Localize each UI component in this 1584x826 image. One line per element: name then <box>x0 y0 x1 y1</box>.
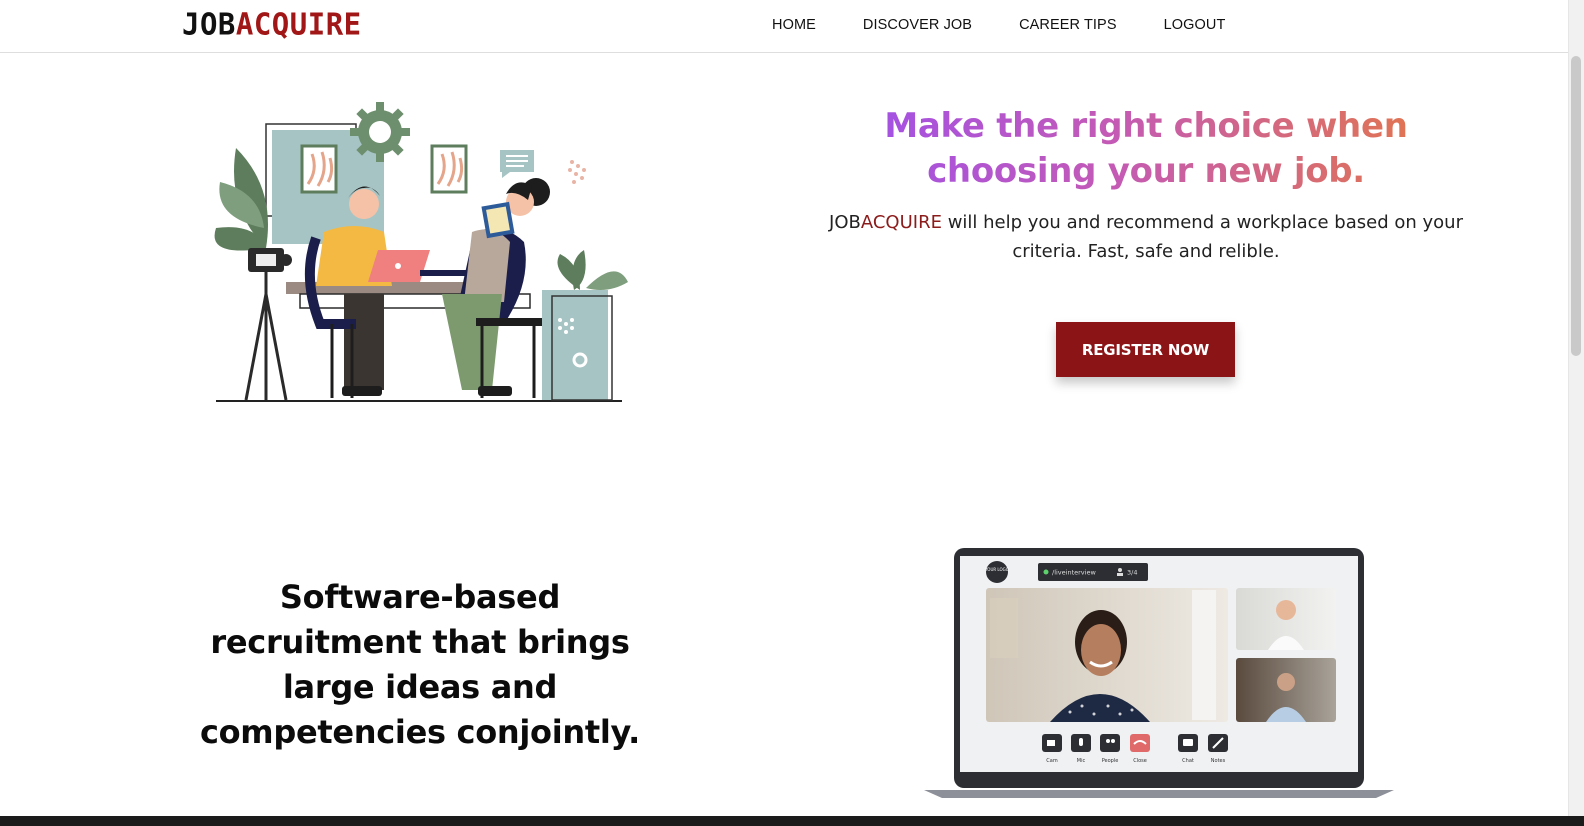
control-label-cam: Cam <box>1046 758 1058 764</box>
bottom-edge <box>0 816 1584 826</box>
site-logo[interactable]: JOBACQUIRE <box>182 7 362 41</box>
people-icon[interactable] <box>1100 734 1120 752</box>
interview-illustration <box>214 102 628 402</box>
control-label-mic: Mic <box>1077 758 1086 764</box>
top-navbar: JOBACQUIRE HOME DISCOVER JOB CAREER TIPS… <box>0 0 1568 53</box>
hero-headline: Make the right choice when choosing your… <box>810 104 1482 194</box>
lead-brand-job: JOB <box>829 212 861 233</box>
participant-count: 3/4 <box>1127 569 1137 577</box>
page: JOBACQUIRE HOME DISCOVER JOB CAREER TIPS… <box>0 0 1584 826</box>
control-label-close: Close <box>1133 758 1147 764</box>
control-label-people: People <box>1102 758 1119 764</box>
main-nav: HOME DISCOVER JOB CAREER TIPS LOGOUT <box>772 16 1272 34</box>
call-url: /liveinterview <box>1052 569 1096 577</box>
control-label-chat: Chat <box>1182 758 1194 764</box>
control-label-notes: Notes <box>1211 758 1226 764</box>
video-call-laptop-image: YOUR LOGO /liveinterview 3/4 Cam Mic Peo… <box>924 548 1394 798</box>
hero-description: JOBACQUIRE will help you and recommend a… <box>826 208 1466 266</box>
vertical-scrollbar[interactable] <box>1568 0 1584 816</box>
nav-home[interactable]: HOME <box>772 16 816 34</box>
live-indicator-icon <box>1043 569 1049 575</box>
hangup-icon[interactable] <box>1130 734 1150 752</box>
scrollbar-thumb[interactable] <box>1571 56 1581 356</box>
section-heading: Software-based recruitment that brings l… <box>199 578 641 751</box>
logo-part-job: JOB <box>182 6 236 42</box>
nav-logout[interactable]: LOGOUT <box>1164 16 1226 34</box>
logo-avatar-text: YOUR LOGO <box>984 567 1009 572</box>
register-now-button[interactable]: REGISTER NOW <box>1056 322 1235 377</box>
lead-brand-acquire: ACQUIRE <box>860 212 942 233</box>
nav-discover-job[interactable]: DISCOVER JOB <box>863 16 972 34</box>
logo-part-acquire: ACQUIRE <box>235 6 362 42</box>
nav-career-tips[interactable]: CAREER TIPS <box>1019 16 1117 34</box>
lead-text: will help you and recommend a workplace … <box>941 212 1463 262</box>
